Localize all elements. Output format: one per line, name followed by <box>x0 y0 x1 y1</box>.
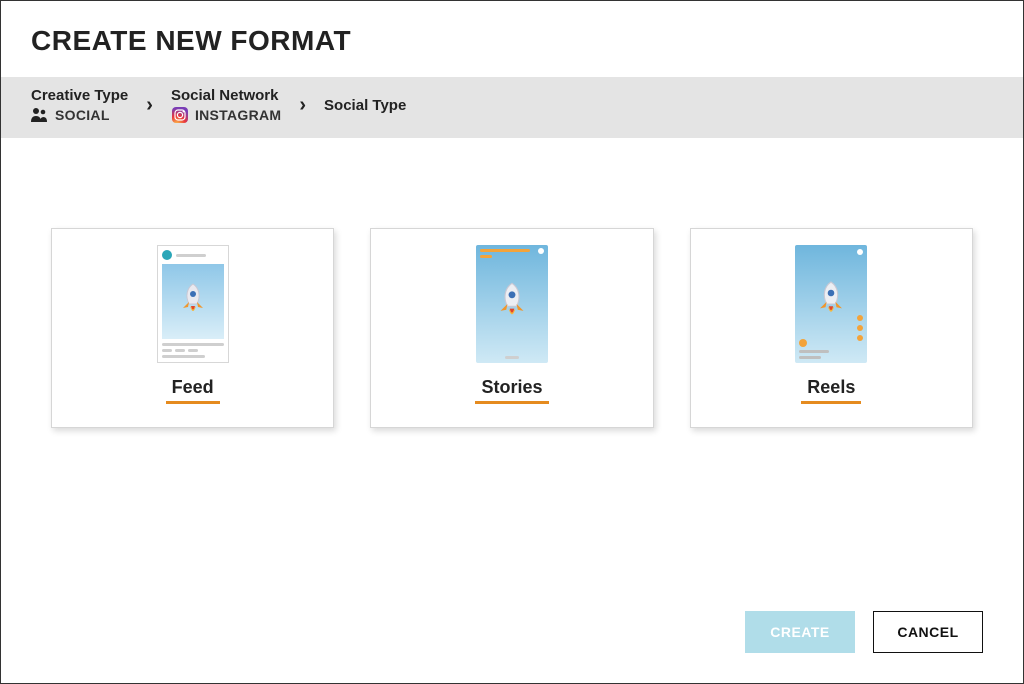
option-reels[interactable]: Reels <box>690 228 973 428</box>
option-label: Reels <box>801 377 861 404</box>
option-label: Stories <box>475 377 548 404</box>
breadcrumb-label: Social Network <box>171 87 281 104</box>
option-feed[interactable]: Feed <box>51 228 334 428</box>
rocket-icon <box>809 278 853 322</box>
option-label: Feed <box>166 377 220 404</box>
dialog-title: CREATE NEW FORMAT <box>1 1 1023 77</box>
reels-preview-icon <box>795 245 867 363</box>
breadcrumb-value: SOCIAL <box>55 107 110 123</box>
stories-preview-icon <box>476 245 548 363</box>
create-button[interactable]: CREATE <box>745 611 855 653</box>
breadcrumb-step-social-network[interactable]: Social Network <box>171 87 281 124</box>
breadcrumb-step-creative-type[interactable]: Creative Type SOCIAL <box>31 87 128 124</box>
people-icon <box>31 106 49 124</box>
breadcrumb-step-social-type: Social Type <box>324 97 406 114</box>
rocket-icon <box>489 279 535 325</box>
breadcrumb-value: INSTAGRAM <box>195 107 281 123</box>
feed-preview-icon <box>157 245 229 363</box>
chevron-right-icon: › <box>146 94 153 117</box>
dialog-create-new-format: CREATE NEW FORMAT Creative Type SOCIAL › <box>0 0 1024 684</box>
rocket-icon <box>173 280 213 320</box>
chevron-right-icon: › <box>299 94 306 117</box>
option-stories[interactable]: Stories <box>370 228 653 428</box>
breadcrumb-label: Social Type <box>324 97 406 114</box>
instagram-icon <box>171 106 189 124</box>
dialog-footer: CREATE CANCEL <box>745 611 983 653</box>
breadcrumb-label: Creative Type <box>31 87 128 104</box>
cancel-button[interactable]: CANCEL <box>873 611 983 653</box>
format-options: Feed <box>1 138 1023 428</box>
breadcrumb: Creative Type SOCIAL › Social Network <box>1 77 1023 138</box>
